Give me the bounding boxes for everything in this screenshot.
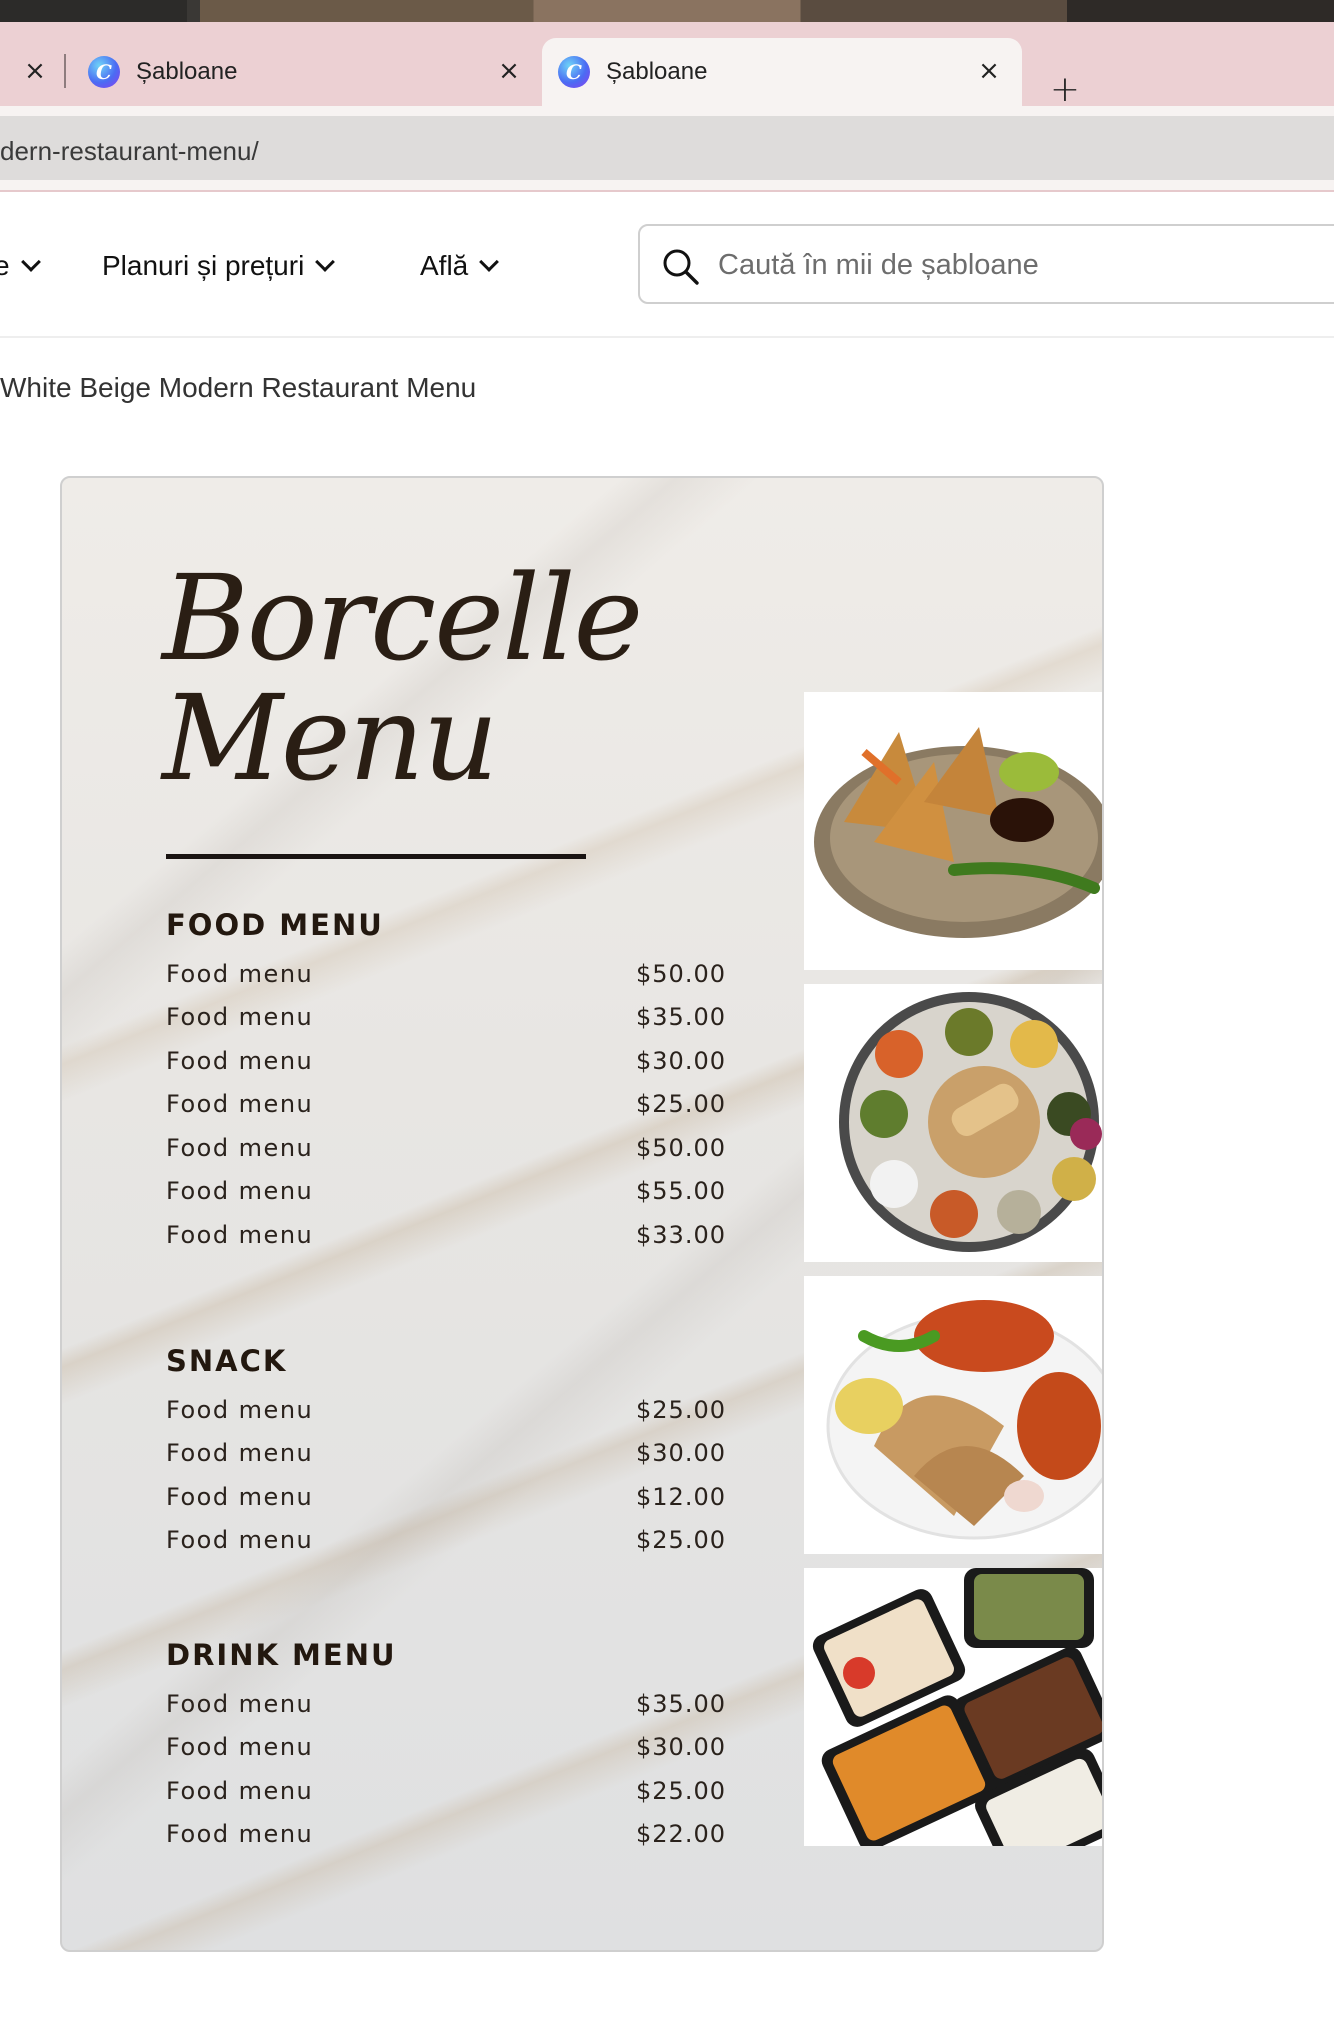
menu-row: Food menu $25.00 [166, 1769, 726, 1813]
item-price: $25.00 [636, 1776, 726, 1805]
nav-item-learn[interactable]: Află [420, 246, 500, 286]
menu-row: Food menu $25.00 [166, 1083, 726, 1127]
item-name: Food menu [166, 1776, 314, 1805]
browser-tab-bar: × C Șabloane × C Șabloane × + [0, 22, 1334, 110]
template-preview[interactable]: Borcelle Menu FOOD MENU Food menu $50.00 … [60, 476, 1104, 1952]
site-header: e Planuri și prețuri Află [0, 192, 1334, 338]
item-name: Food menu [166, 959, 314, 988]
item-name: Food menu [166, 1090, 314, 1119]
canva-logo-icon: C [88, 56, 120, 88]
item-name: Food menu [166, 1526, 314, 1555]
item-price: $50.00 [636, 959, 726, 988]
item-name: Food menu [166, 1689, 314, 1718]
menu-row: Food menu $50.00 [166, 952, 726, 996]
menu-title: Borcelle Menu [162, 549, 643, 808]
section-title: SNACK [166, 1344, 288, 1378]
close-icon[interactable]: × [494, 56, 524, 86]
item-name: Food menu [166, 1046, 314, 1075]
chevron-down-icon [315, 252, 336, 272]
item-price: $55.00 [636, 1177, 726, 1206]
browser-toolbar: dern-restaurant-menu/ [0, 106, 1334, 190]
url-text: dern-restaurant-menu/ [0, 136, 259, 166]
menu-section-snack: SNACK Food menu $25.00 Food menu $30.00 Fo… [166, 1344, 726, 1562]
menu-row: Food menu $50.00 [166, 1126, 726, 1170]
item-price: $35.00 [636, 1003, 726, 1032]
samosa-photo [804, 692, 1102, 970]
item-name: Food menu [166, 1482, 314, 1511]
search-input[interactable] [718, 242, 1318, 288]
item-price: $12.00 [636, 1482, 726, 1511]
paratha-curry-photo [804, 1276, 1102, 1554]
item-price: $30.00 [636, 1439, 726, 1468]
item-price: $35.00 [636, 1689, 726, 1718]
menu-title-line1: Borcelle [162, 549, 643, 687]
chevron-down-icon [20, 252, 41, 272]
item-name: Food menu [166, 1733, 314, 1762]
item-name: Food menu [166, 1220, 314, 1249]
address-bar[interactable]: dern-restaurant-menu/ [0, 116, 1334, 180]
chevron-down-icon [479, 252, 500, 272]
menu-row: Food menu $22.00 [166, 1813, 726, 1857]
item-price: $25.00 [636, 1395, 726, 1424]
tab-title: Șabloane [606, 58, 708, 85]
nav-item-plans-pricing[interactable]: Planuri și prețuri [102, 246, 336, 286]
nav-item-truncated[interactable]: e [0, 246, 41, 286]
item-price: $30.00 [636, 1046, 726, 1075]
menu-row: Food menu $30.00 [166, 1432, 726, 1476]
meal-boxes-photo [804, 1568, 1102, 1846]
truncated-label: e [0, 250, 10, 281]
item-price: $30.00 [636, 1733, 726, 1762]
section-title: FOOD MENU [166, 908, 384, 942]
menu-row: Food menu $25.00 [166, 1388, 726, 1432]
close-icon[interactable]: × [20, 56, 50, 86]
menu-title-line2: Menu [162, 669, 499, 808]
menu-section-drink: DRINK MENU Food menu $35.00 Food menu $30.… [166, 1638, 726, 1856]
nav-item-label: Planuri și prețuri [102, 250, 305, 281]
menu-row: Food menu $30.00 [166, 1039, 726, 1083]
menu-row: Food menu $30.00 [166, 1726, 726, 1770]
item-name: Food menu [166, 1820, 314, 1849]
item-name: Food menu [166, 1395, 314, 1424]
menu-section-food: FOOD MENU Food menu $50.00 Food menu $35.0… [166, 908, 726, 1257]
menu-row: Food menu $35.00 [166, 996, 726, 1040]
tab-separator [64, 54, 66, 88]
tab-sabloane-1[interactable]: C Șabloane × [72, 38, 542, 106]
desktop-wallpaper-strip [0, 0, 1334, 22]
item-price: $25.00 [636, 1090, 726, 1119]
section-title: DRINK MENU [166, 1638, 397, 1672]
item-price: $33.00 [636, 1220, 726, 1249]
menu-row: Food menu $55.00 [166, 1170, 726, 1214]
title-divider [166, 854, 586, 859]
menu-row: Food menu $25.00 [166, 1519, 726, 1563]
tab-sabloane-2[interactable]: C Șabloane × [542, 38, 1022, 106]
menu-row: Food menu $33.00 [166, 1213, 726, 1257]
item-name: Food menu [166, 1439, 314, 1468]
thali-photo [804, 984, 1102, 1262]
item-name: Food menu [166, 1133, 314, 1162]
item-price: $22.00 [636, 1820, 726, 1849]
menu-row: Food menu $35.00 [166, 1682, 726, 1726]
tab-title: Șabloane [136, 58, 238, 85]
close-icon[interactable]: × [974, 56, 1004, 86]
canva-logo-icon: C [558, 56, 590, 88]
search-icon [663, 249, 699, 285]
search-box[interactable] [638, 224, 1334, 304]
page-title: White Beige Modern Restaurant Menu [0, 372, 477, 403]
item-name: Food menu [166, 1177, 314, 1206]
new-tab-button[interactable]: + [1048, 69, 1082, 110]
menu-row: Food menu $12.00 [166, 1475, 726, 1519]
item-name: Food menu [166, 1003, 314, 1032]
nav-item-label: Află [420, 250, 469, 281]
item-price: $50.00 [636, 1133, 726, 1162]
item-price: $25.00 [636, 1526, 726, 1555]
